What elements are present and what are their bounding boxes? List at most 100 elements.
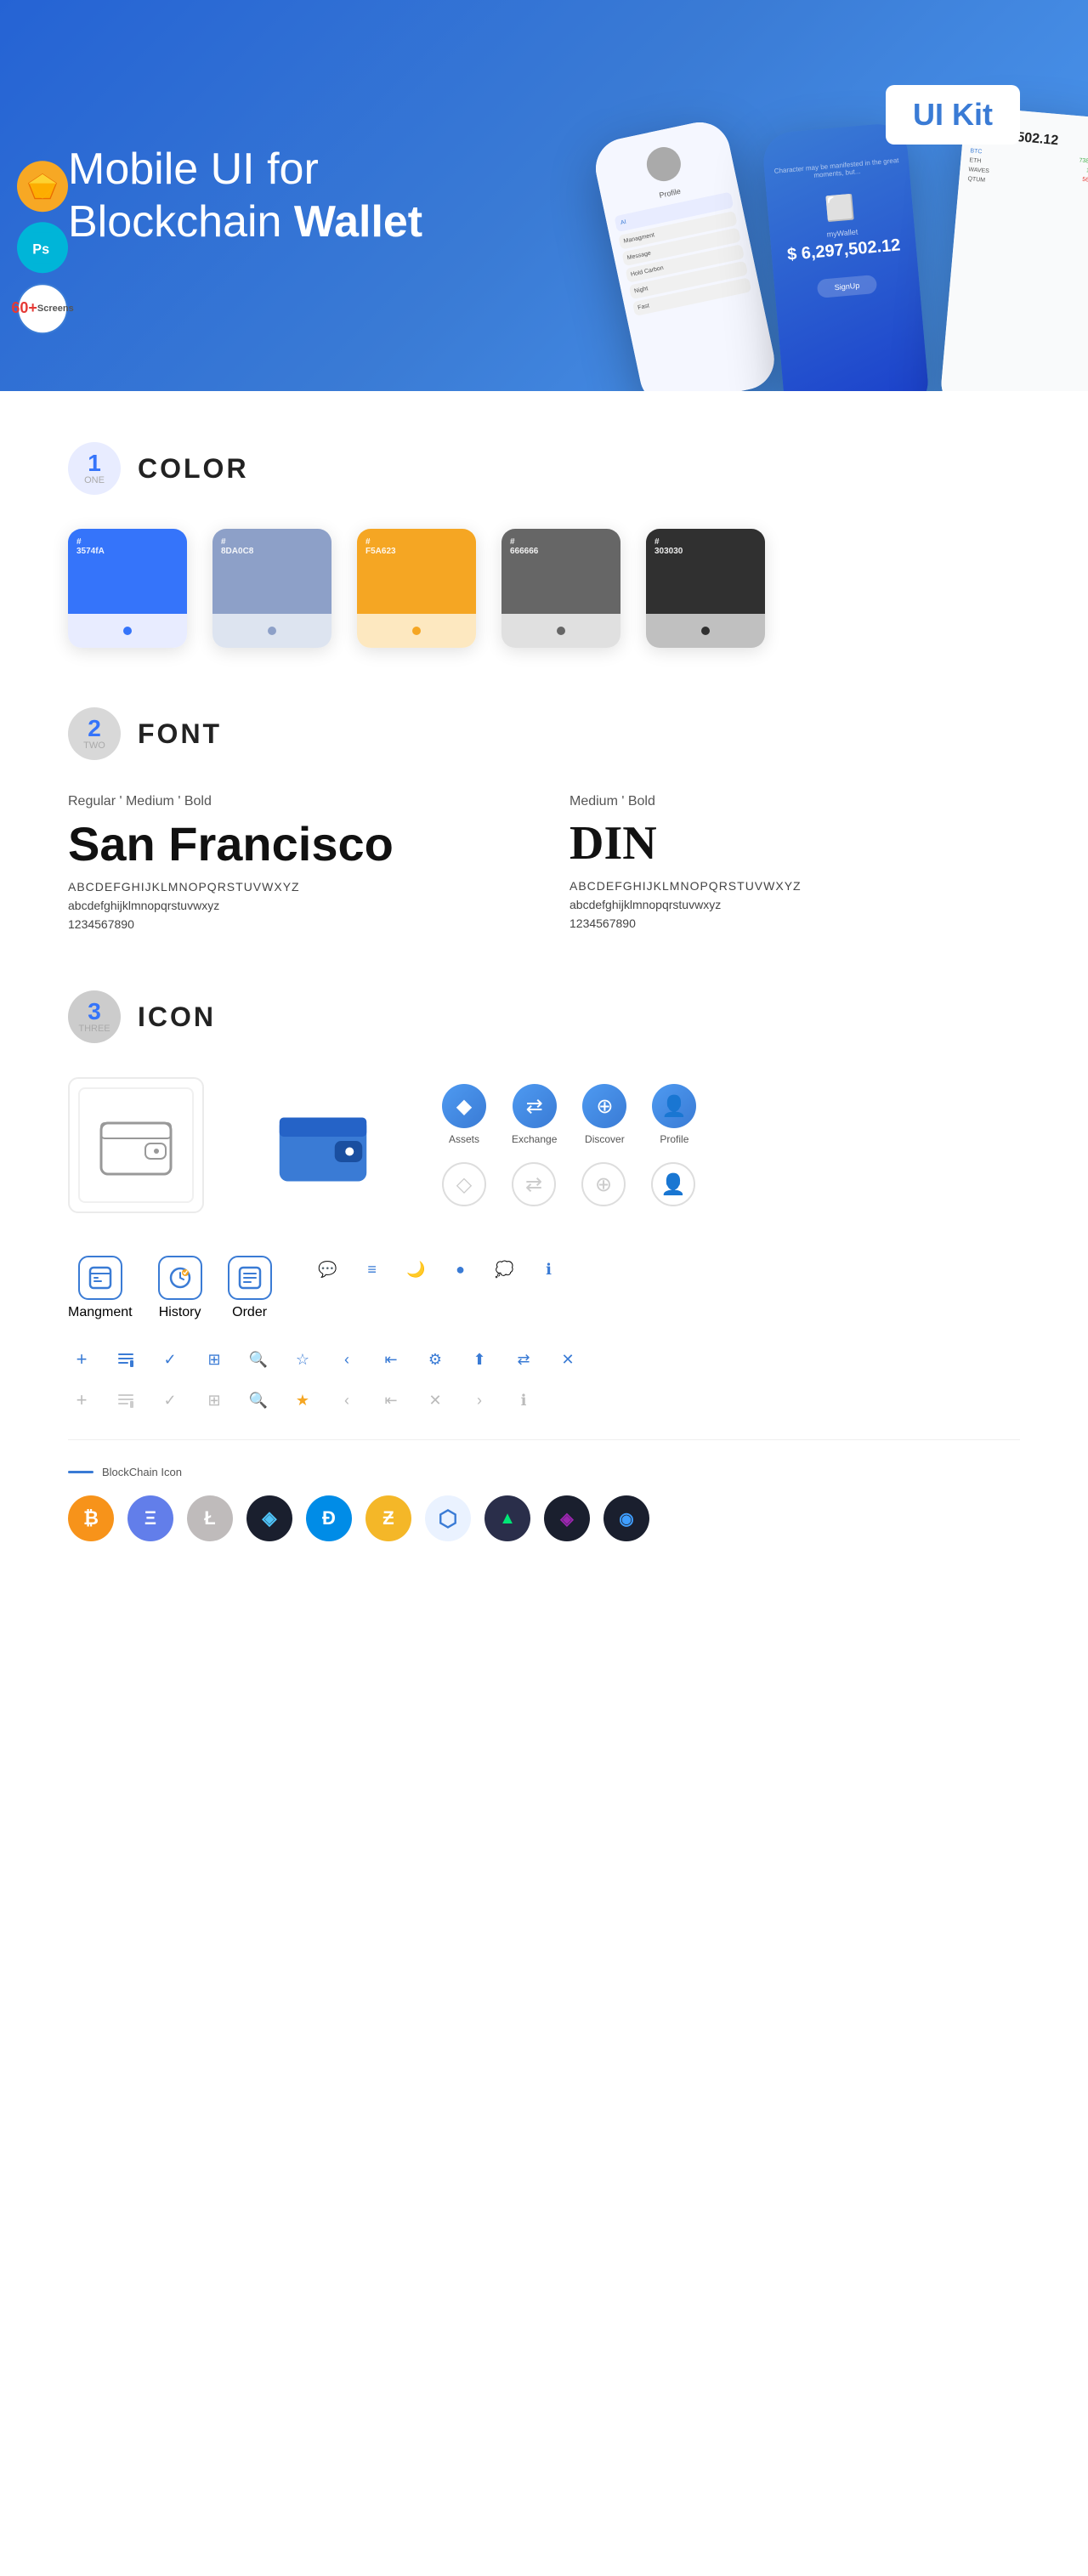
utility-row-1: 💬 ≡ 🌙 ● 💭 ℹ — [314, 1256, 563, 1283]
upload-icon: ⬆ — [466, 1346, 493, 1373]
star-icon: ☆ — [289, 1346, 316, 1373]
kyber-icon: ◈ — [544, 1495, 590, 1541]
zcash-icon: Ƶ — [366, 1495, 411, 1541]
share-icon: ⇤ — [377, 1346, 405, 1373]
order-icon-item: Order — [228, 1256, 272, 1320]
phone-mockup-1: Profile AI Managment Message Hold Carbon… — [590, 116, 779, 391]
exchange-icon: ⇄ — [513, 1084, 557, 1128]
search-icon: 🔍 — [245, 1346, 272, 1373]
nav-icons-filled: ◆ Assets ⇄ Exchange ⊕ Discover 👤 Profile — [442, 1084, 696, 1145]
discover-icon: ⊕ — [582, 1084, 626, 1128]
management-icon-item: Mangment — [68, 1256, 133, 1320]
assets-outline-icon: ◇ — [442, 1162, 486, 1206]
color-section-header: 1 ONE COLOR — [68, 442, 1020, 495]
ps-badge: Ps — [17, 222, 68, 273]
chevron-left-icon: ‹ — [333, 1346, 360, 1373]
assets-icon: ◆ — [442, 1084, 486, 1128]
swatch-gold: #F5A623 — [357, 529, 476, 648]
list-grey-icon — [112, 1387, 139, 1414]
star-filled-grey-icon: ★ — [289, 1387, 316, 1414]
nav-icon-exchange-outline: ⇄ — [512, 1162, 556, 1206]
neo-icon: ◈ — [246, 1495, 292, 1541]
list-icon — [112, 1346, 139, 1373]
color-swatches: #3574fA #8DA0C8 #F5A623 — [68, 529, 1020, 648]
icon-section-header: 3 THREE ICON — [68, 990, 1020, 1043]
app-icons-section: Mangment History — [68, 1256, 1020, 1320]
phone-mockups: Profile AI Managment Message Hold Carbon… — [620, 111, 1088, 391]
plus-grey-icon: + — [68, 1387, 95, 1414]
nav-icon-assets-outline: ◇ — [442, 1162, 486, 1206]
section-divider — [68, 1439, 1020, 1440]
section-number-2: 2 TWO — [68, 707, 121, 760]
chevron-left-grey-icon: ‹ — [333, 1387, 360, 1414]
profile-icon: 👤 — [652, 1084, 696, 1128]
nav-icon-exchange: ⇄ Exchange — [512, 1084, 557, 1145]
grid-grey-icon: ⊞ — [201, 1387, 228, 1414]
management-icon — [78, 1256, 122, 1300]
crypto-icons-row: ₿ Ξ Ł ◈ Đ Ƶ ⬡ ▲ ◈ ◉ — [68, 1495, 1020, 1541]
network-icon: ⬡ — [425, 1495, 471, 1541]
ui-kit-badge: UI Kit — [886, 85, 1020, 145]
info-grey-icon: ℹ — [510, 1387, 537, 1414]
blockchain-line — [68, 1471, 94, 1473]
font-sf: Regular ' Medium ' Bold San Francisco AB… — [68, 794, 518, 931]
history-icon-item: History — [158, 1256, 202, 1320]
swatch-slate: #8DA0C8 — [212, 529, 332, 648]
x-icon: ✕ — [554, 1346, 581, 1373]
hero-badges: Ps 60+ Screens — [17, 161, 68, 334]
nav-icon-profile: 👤 Profile — [652, 1084, 696, 1145]
font-section-header: 2 TWO FONT — [68, 707, 1020, 760]
main-content: 1 ONE COLOR #3574fA #8DA0C8 — [0, 391, 1088, 1652]
search-grey-icon: 🔍 — [245, 1387, 272, 1414]
nav-icon-assets: ◆ Assets — [442, 1084, 486, 1145]
check-grey-icon: ✓ — [156, 1387, 184, 1414]
font-din: Medium ' Bold DIN ABCDEFGHIJKLMNOPQRSTUV… — [570, 794, 1020, 931]
wallet-filled — [255, 1077, 391, 1213]
arweave-icon: ▲ — [484, 1495, 530, 1541]
nav-icon-discover-outline: ⊕ — [581, 1162, 626, 1206]
plus-icon: + — [68, 1346, 95, 1373]
dash-icon: Đ — [306, 1495, 352, 1541]
litecoin-icon: Ł — [187, 1495, 233, 1541]
wallet-wireframe — [68, 1077, 204, 1213]
ethereum-icon: Ξ — [128, 1495, 173, 1541]
profile-outline-icon: 👤 — [651, 1162, 695, 1206]
sketch-badge — [17, 161, 68, 212]
wallet-icons-row: ◆ Assets ⇄ Exchange ⊕ Discover 👤 Profile — [68, 1077, 1020, 1213]
share-grey-icon: ⇤ — [377, 1387, 405, 1414]
order-icon — [228, 1256, 272, 1300]
small-icons-section: + ✓ ⊞ 🔍 ☆ ‹ ⇤ ⚙ ⬆ ⇄ ✕ + — [68, 1346, 1020, 1414]
nav-icon-profile-outline: 👤 — [651, 1162, 695, 1206]
phone-mockup-2: Character may be manifested in the great… — [762, 122, 931, 391]
small-icons-row-1: + ✓ ⊞ 🔍 ☆ ‹ ⇤ ⚙ ⬆ ⇄ ✕ — [68, 1346, 1020, 1373]
settings-icon: ⚙ — [422, 1346, 449, 1373]
swatch-gray: #666666 — [502, 529, 620, 648]
nav-icons-outline: ◇ ⇄ ⊕ 👤 — [442, 1162, 696, 1206]
color-title: COLOR — [138, 453, 249, 485]
section-number-1: 1 ONE — [68, 442, 121, 495]
bitcoin-icon: ₿ — [68, 1495, 114, 1541]
chevron-right-grey-icon: › — [466, 1387, 493, 1414]
info-icon: ℹ — [536, 1256, 563, 1283]
phone-mockup-3: myWallet $6,297,502.12 BTC738~2003 ETH12… — [939, 106, 1088, 391]
color-section: 1 ONE COLOR #3574fA #8DA0C8 — [68, 442, 1020, 648]
chat-icon: 💬 — [314, 1256, 342, 1283]
swatch-dark: #303030 — [646, 529, 765, 648]
circle-icon: ● — [447, 1256, 474, 1283]
blockchain-label: BlockChain Icon — [68, 1466, 1020, 1478]
font-section: 2 TWO FONT Regular ' Medium ' Bold San F… — [68, 707, 1020, 931]
layers-icon: ≡ — [359, 1256, 386, 1283]
small-icons-row-2: + ✓ ⊞ 🔍 ★ ‹ ⇤ ✕ › ℹ — [68, 1387, 1020, 1414]
moon-icon: 🌙 — [403, 1256, 430, 1283]
app-icons-filled: Mangment History — [68, 1256, 272, 1320]
nav-icon-group: ◆ Assets ⇄ Exchange ⊕ Discover 👤 Profile — [442, 1084, 696, 1206]
font-title: FONT — [138, 718, 222, 750]
screens-badge: 60+ Screens — [17, 283, 68, 334]
message-icon: 💭 — [491, 1256, 518, 1283]
font-grid: Regular ' Medium ' Bold San Francisco AB… — [68, 794, 1020, 931]
svg-text:Ps: Ps — [32, 241, 49, 257]
utility-icons-group: 💬 ≡ 🌙 ● 💭 ℹ — [314, 1256, 563, 1297]
band-icon: ◉ — [604, 1495, 649, 1541]
icon-section: 3 THREE ICON — [68, 990, 1020, 1541]
exchange-outline-icon: ⇄ — [512, 1162, 556, 1206]
